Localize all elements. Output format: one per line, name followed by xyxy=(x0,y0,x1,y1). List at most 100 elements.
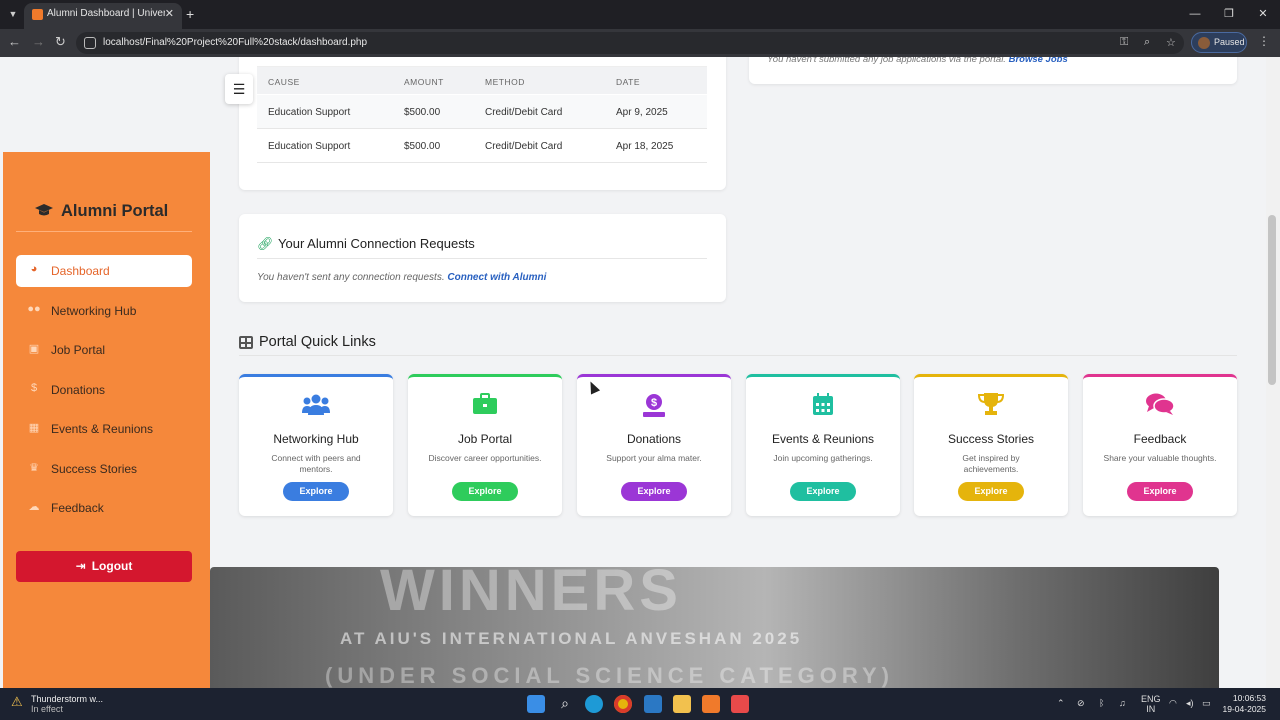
browser-menu-icon[interactable]: ⋮ xyxy=(1258,34,1270,48)
banner-headline: WINNERS xyxy=(380,567,682,623)
divider xyxy=(239,355,1237,356)
explore-button[interactable]: Explore xyxy=(958,482,1024,501)
bluetooth-icon[interactable]: ᛒ xyxy=(1099,698,1104,708)
minimize-icon[interactable]: — xyxy=(1178,0,1212,29)
quick-card-desc: Share your valuable thoughts. xyxy=(1103,453,1217,463)
quick-card-title: Events & Reunions xyxy=(771,432,875,446)
donate-icon: $ xyxy=(577,393,731,423)
sidebar-item-networking[interactable]: ●● Networking Hub xyxy=(16,295,192,327)
volume-icon[interactable]: ◂) xyxy=(1186,698,1194,709)
col-method: METHOD xyxy=(485,77,525,87)
quick-card-events[interactable]: Events & Reunions Join upcoming gatherin… xyxy=(746,374,900,516)
browse-jobs-link[interactable]: Browse Jobs xyxy=(1009,57,1068,65)
divider xyxy=(16,231,192,232)
quick-links-title: Portal Quick Links xyxy=(259,334,376,350)
windows-taskbar: ⚠ Thunderstorm w... In effect ⌕ ⌃ ⊘ ᛒ ♫ … xyxy=(0,688,1280,720)
users-icon xyxy=(239,393,393,421)
close-window-icon[interactable]: ✕ xyxy=(1246,0,1280,29)
briefcase-icon xyxy=(408,393,562,421)
col-date: DATE xyxy=(616,77,641,87)
snipping-tool-icon[interactable] xyxy=(731,695,749,713)
dashboard-icon: ◕ xyxy=(30,263,38,275)
achievement-banner-image: WINNERS AT AIU'S INTERNATIONAL ANVESHAN … xyxy=(210,567,1219,688)
comments-icon: ☁ xyxy=(28,501,40,513)
sidebar-item-feedback[interactable]: ☁ Feedback xyxy=(16,492,192,524)
browser-tab[interactable]: Alumni Dashboard | University ✕ xyxy=(24,3,182,29)
briefcase-icon: ▣ xyxy=(28,343,40,355)
tray-chevron-icon[interactable]: ⌃ xyxy=(1057,698,1065,709)
quick-card-title: Feedback xyxy=(1133,432,1187,446)
vscode-icon[interactable] xyxy=(644,695,662,713)
quick-card-title: Networking Hub xyxy=(273,432,359,446)
site-info-icon[interactable] xyxy=(84,37,96,49)
sidebar-item-label: Job Portal xyxy=(51,343,106,357)
forward-icon[interactable]: → xyxy=(32,34,45,49)
sidebar-item-label: Dashboard xyxy=(51,264,110,278)
battery-icon[interactable]: ▭ xyxy=(1202,698,1211,709)
job-applications-card: You haven't submitted any job applicatio… xyxy=(749,57,1237,84)
search-icon[interactable]: ⌕ xyxy=(556,695,574,713)
maximize-icon[interactable]: ❐ xyxy=(1212,0,1246,29)
warning-icon: ⚠ xyxy=(11,694,23,709)
url-field[interactable]: localhost/Final%20Project%20Full%20stack… xyxy=(76,32,1184,54)
reload-icon[interactable]: ↻ xyxy=(55,34,66,50)
explore-button[interactable]: Explore xyxy=(283,482,349,501)
sidebar-item-label: Networking Hub xyxy=(51,304,137,318)
logout-label: Logout xyxy=(91,559,133,573)
back-icon[interactable]: ← xyxy=(8,34,21,49)
logout-button[interactable]: ⇥ Logout xyxy=(16,551,192,582)
users-icon: ●● xyxy=(27,303,41,315)
clock[interactable]: 10:06:53 19-04-2025 xyxy=(1222,693,1266,715)
connection-requests-title: Your Alumni Connection Requests xyxy=(278,236,475,251)
quick-card-donations[interactable]: $ Donations Support your alma mater. Exp… xyxy=(577,374,731,516)
tab-favicon xyxy=(32,9,43,20)
sidebar-item-job-portal[interactable]: ▣ Job Portal xyxy=(16,334,192,366)
chrome-icon[interactable] xyxy=(614,695,632,713)
network-off-icon[interactable]: ⊘ xyxy=(1077,698,1085,709)
menu-toggle-icon[interactable]: ☰ xyxy=(225,74,253,104)
trophy-icon xyxy=(914,393,1068,421)
quick-card-networking[interactable]: Networking Hub Connect with peers and me… xyxy=(239,374,393,516)
edge-icon[interactable] xyxy=(585,695,603,713)
quick-card-success-stories[interactable]: Success Stories Get inspired by achievem… xyxy=(914,374,1068,516)
sidebar-item-label: Feedback xyxy=(51,501,104,515)
microphone-icon[interactable]: ♫ xyxy=(1119,698,1126,708)
wifi-icon[interactable]: ◠ xyxy=(1169,698,1177,709)
new-tab-icon[interactable]: + xyxy=(186,6,194,22)
sidebar-item-events[interactable]: ▦ Events & Reunions xyxy=(16,413,192,445)
cell-cause: Education Support xyxy=(268,107,351,118)
sidebar-item-dashboard[interactable]: ◕ Dashboard xyxy=(16,255,192,287)
sidebar-item-donations[interactable]: $ Donations xyxy=(16,374,192,406)
start-icon[interactable] xyxy=(527,695,545,713)
scrollbar-thumb[interactable] xyxy=(1268,215,1276,385)
url-text: localhost/Final%20Project%20Full%20stack… xyxy=(103,37,368,48)
connection-requests-card: 🔗︎ Your Alumni Connection Requests You h… xyxy=(239,214,726,302)
password-key-icon[interactable]: ⚿ xyxy=(1120,36,1128,49)
quick-card-job-portal[interactable]: Job Portal Discover career opportunities… xyxy=(408,374,562,516)
zoom-icon[interactable]: ⌕ xyxy=(1144,36,1150,49)
profile-button[interactable]: Paused xyxy=(1191,32,1247,53)
xampp-icon[interactable] xyxy=(702,695,720,713)
col-cause: CAUSE xyxy=(268,77,300,87)
tab-title: Alumni Dashboard | University xyxy=(47,8,165,19)
job-applications-empty: You haven't submitted any job applicatio… xyxy=(767,57,1068,65)
quick-card-feedback[interactable]: Feedback Share your valuable thoughts. E… xyxy=(1083,374,1237,516)
bookmark-star-icon[interactable]: ☆ xyxy=(1166,36,1176,49)
language-indicator[interactable]: ENG IN xyxy=(1141,694,1161,714)
tab-search-icon[interactable]: ▼ xyxy=(5,6,21,22)
link-icon: 🔗︎ xyxy=(257,236,274,251)
svg-text:$: $ xyxy=(651,397,657,409)
explore-button[interactable]: Explore xyxy=(1127,482,1193,501)
lang-region: IN xyxy=(1146,704,1156,714)
explore-button[interactable]: Explore xyxy=(621,482,687,501)
donation-history-card: CAUSE AMOUNT METHOD DATE Education Suppo… xyxy=(239,57,726,190)
connect-alumni-link[interactable]: Connect with Alumni xyxy=(447,272,546,283)
file-explorer-icon[interactable] xyxy=(673,695,691,713)
sidebar-item-success-stories[interactable]: ♛ Success Stories xyxy=(16,453,192,485)
clock-date: 19-04-2025 xyxy=(1222,704,1266,714)
tab-close-icon[interactable]: ✕ xyxy=(165,7,174,20)
explore-button[interactable]: Explore xyxy=(452,482,518,501)
explore-button[interactable]: Explore xyxy=(790,482,856,501)
sidebar: Alumni Portal ◕ Dashboard ●● Networking … xyxy=(3,152,210,688)
graduation-cap-icon xyxy=(35,204,53,221)
